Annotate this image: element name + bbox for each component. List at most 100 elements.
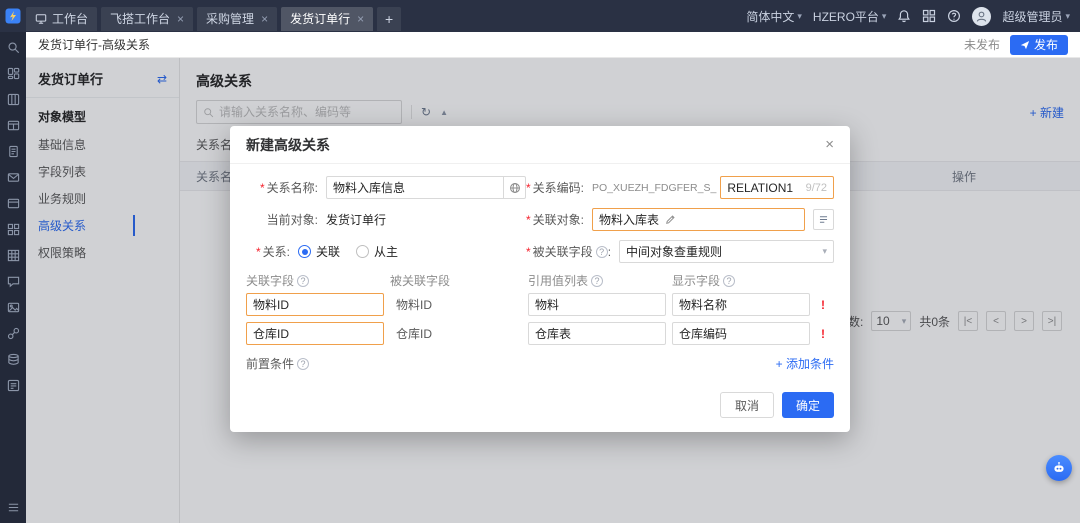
image-icon[interactable] bbox=[7, 301, 20, 314]
radio-label: 从主 bbox=[374, 245, 399, 259]
form-icon[interactable] bbox=[7, 379, 20, 392]
globe-icon[interactable] bbox=[503, 177, 525, 198]
pencil-icon[interactable] bbox=[665, 214, 676, 225]
tab-purchase-mgmt[interactable]: 采购管理 × bbox=[197, 6, 278, 31]
document-icon[interactable] bbox=[7, 145, 20, 158]
tab-label: 工作台 bbox=[52, 12, 89, 26]
new-advanced-relation-modal: 新建高级关系 × * 关系名称: 物料入库信息 * 关系编码: PO_XUEZH… bbox=[230, 126, 850, 432]
required-marker: * bbox=[255, 245, 261, 259]
help-icon[interactable]: ? bbox=[591, 274, 604, 287]
value-list-input[interactable]: 物料 bbox=[528, 293, 666, 316]
related-field-text: 物料ID bbox=[396, 298, 433, 312]
radio-label: 关联 bbox=[316, 245, 341, 259]
help-icon[interactable]: ? bbox=[595, 245, 608, 258]
menu-icon[interactable] bbox=[7, 501, 20, 514]
assoc-field-input[interactable]: 仓库ID bbox=[246, 322, 384, 345]
monitor-icon bbox=[35, 13, 47, 25]
column-related-field: 被关联字段 bbox=[390, 274, 451, 288]
help-icon[interactable]: ? bbox=[297, 274, 310, 287]
close-icon[interactable]: × bbox=[261, 13, 268, 25]
topbar: 工作台 飞搭工作台 × 采购管理 × 发货订单行 × + 简体中文 ▾ HZER… bbox=[0, 0, 1080, 32]
apps-grid-icon[interactable] bbox=[922, 9, 936, 23]
notification-bell-icon[interactable] bbox=[897, 9, 911, 23]
relation-code-value: RELATION1 bbox=[727, 180, 794, 195]
add-tab-button[interactable]: + bbox=[377, 6, 402, 31]
char-counter: 9/72 bbox=[805, 181, 827, 194]
relation-code-label: * 关系编码: bbox=[526, 181, 585, 195]
tenant-label: HZERO平台 bbox=[812, 9, 879, 24]
publish-button[interactable]: 发布 bbox=[1009, 34, 1068, 55]
precondition-label: 前置条件? bbox=[246, 355, 310, 372]
related-field-text: 仓库ID bbox=[396, 327, 433, 341]
relation-name-label: * 关系名称: bbox=[259, 181, 318, 195]
chat-icon[interactable] bbox=[7, 275, 20, 288]
robot-icon bbox=[1054, 462, 1064, 472]
required-marker: * bbox=[526, 181, 531, 195]
close-icon[interactable]: × bbox=[177, 13, 184, 25]
tab-label: 采购管理 bbox=[206, 12, 255, 26]
close-icon[interactable]: × bbox=[825, 136, 834, 153]
related-field-select[interactable]: 中间对象查重规则 ▾ bbox=[619, 240, 834, 263]
mail-icon[interactable] bbox=[7, 171, 20, 184]
relation-type-radio-group: 关联 从主 bbox=[298, 243, 398, 260]
help-icon[interactable]: ? bbox=[297, 357, 310, 370]
database-icon[interactable] bbox=[7, 353, 20, 366]
add-condition-button[interactable]: + 添加条件 bbox=[776, 355, 834, 372]
send-icon bbox=[1020, 40, 1030, 49]
app-logo[interactable] bbox=[0, 0, 26, 32]
list-icon bbox=[819, 216, 828, 223]
apps-icon[interactable] bbox=[7, 223, 20, 236]
tenant-select[interactable]: HZERO平台 ▾ bbox=[813, 8, 887, 25]
related-field-value: 中间对象查重规则 bbox=[626, 245, 723, 259]
required-marker: * bbox=[259, 181, 265, 195]
related-object-label: * 关联对象: bbox=[526, 213, 585, 227]
relation-code-input[interactable]: RELATION1 9/72 bbox=[720, 176, 834, 199]
relation-type-label: * 关系: bbox=[255, 245, 290, 259]
tab-label: 发货订单行 bbox=[290, 12, 351, 26]
avatar[interactable] bbox=[972, 6, 992, 26]
table-icon[interactable] bbox=[7, 119, 20, 132]
search-icon[interactable] bbox=[7, 41, 20, 54]
tab-shipment-order-line[interactable]: 发货订单行 × bbox=[281, 6, 374, 31]
table-row: 物料ID 物料ID 物料 物料名称 ! bbox=[246, 293, 834, 316]
radio-dot bbox=[356, 245, 370, 258]
card-icon[interactable] bbox=[7, 197, 20, 210]
grid-icon[interactable] bbox=[7, 249, 20, 262]
help-circle-icon[interactable] bbox=[947, 9, 961, 23]
tab-label: 飞搭工作台 bbox=[110, 12, 171, 26]
language-select[interactable]: 简体中文 ▾ bbox=[746, 8, 802, 25]
error-icon: ! bbox=[821, 297, 825, 312]
relation-name-input[interactable]: 物料入库信息 bbox=[326, 176, 526, 199]
chevron-down-icon: ▾ bbox=[1065, 10, 1070, 21]
ok-button[interactable]: 确定 bbox=[781, 392, 834, 418]
assoc-field-input[interactable]: 物料ID bbox=[246, 293, 384, 316]
error-icon: ! bbox=[821, 326, 825, 341]
chevron-down-icon: ▾ bbox=[797, 10, 802, 21]
user-menu[interactable]: 超级管理员 ▾ bbox=[1002, 8, 1070, 25]
radio-from-master[interactable]: 从主 bbox=[356, 243, 398, 260]
display-field-input[interactable]: 物料名称 bbox=[672, 293, 810, 316]
relation-name-value: 物料入库信息 bbox=[333, 181, 406, 195]
assistant-button[interactable] bbox=[1046, 455, 1072, 481]
kanban-icon[interactable] bbox=[7, 93, 20, 106]
required-marker: * bbox=[526, 244, 531, 259]
lookup-button[interactable] bbox=[813, 209, 834, 230]
column-value-list: 引用值列表? bbox=[528, 272, 666, 289]
help-icon[interactable]: ? bbox=[723, 274, 736, 287]
related-object-input[interactable]: 物料入库表 bbox=[592, 208, 805, 231]
link-icon[interactable] bbox=[7, 327, 20, 340]
close-icon[interactable]: × bbox=[357, 13, 364, 25]
radio-dot bbox=[298, 245, 311, 258]
tab-workbench[interactable]: 工作台 bbox=[26, 6, 98, 31]
cancel-button[interactable]: 取消 bbox=[719, 392, 774, 418]
field-mapping-table: 关联字段? 被关联字段 引用值列表? 显示字段? 物料ID 物料ID 物料 物料… bbox=[246, 272, 834, 345]
value-list-input[interactable]: 仓库表 bbox=[528, 322, 666, 345]
required-marker: * bbox=[526, 213, 531, 227]
tab-bar: 工作台 飞搭工作台 × 采购管理 × 发货订单行 × + bbox=[26, 0, 402, 32]
publish-label: 发布 bbox=[1033, 38, 1058, 52]
display-field-input[interactable]: 仓库编码 bbox=[672, 322, 810, 345]
radio-association[interactable]: 关联 bbox=[298, 243, 340, 260]
tab-feida-workbench[interactable]: 飞搭工作台 × bbox=[101, 6, 194, 31]
table-row: 仓库ID 仓库ID 仓库表 仓库编码 ! bbox=[246, 322, 834, 345]
dashboard-icon[interactable] bbox=[7, 67, 20, 80]
